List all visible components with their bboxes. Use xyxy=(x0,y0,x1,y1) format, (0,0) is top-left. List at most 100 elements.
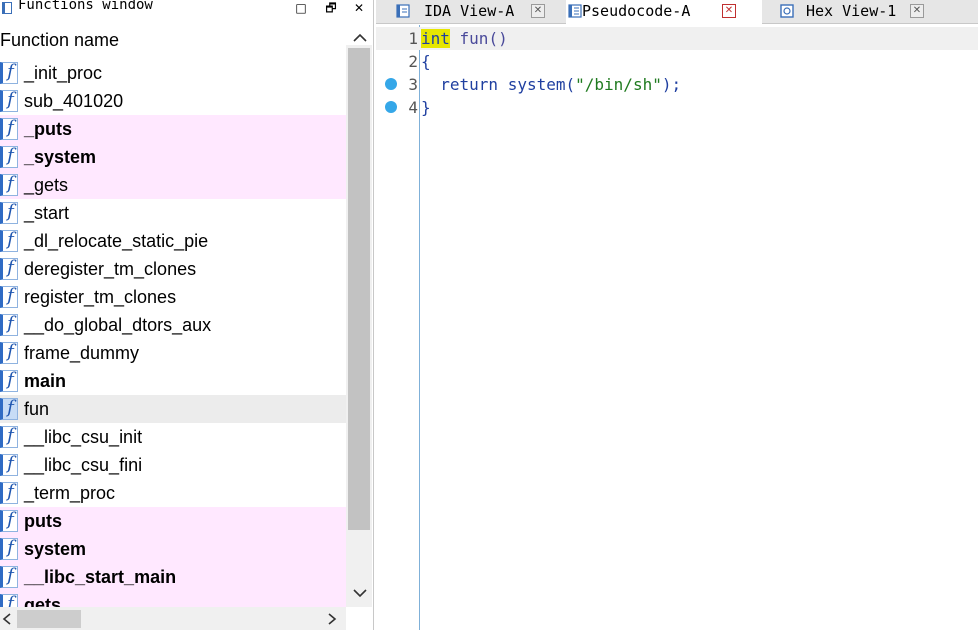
function-name: deregister_tm_clones xyxy=(24,259,197,279)
function-icon: f xyxy=(0,537,18,560)
horizontal-scrollbar-thumb[interactable] xyxy=(17,610,81,628)
code-line-3[interactable]: 3 return system("/bin/sh"); xyxy=(376,73,978,96)
function-name: sub_401020 xyxy=(24,91,124,111)
breakpoint-icon[interactable] xyxy=(385,101,397,113)
function-icon: f xyxy=(0,201,18,224)
function-row[interactable]: f __libc_csu_init xyxy=(0,423,346,451)
function-icon: f xyxy=(0,313,18,336)
function-row[interactable]: f sub_401020 xyxy=(0,87,346,115)
close-tab-icon[interactable]: ✕ xyxy=(910,4,924,18)
call-system[interactable]: system xyxy=(508,75,566,94)
function-icon-glyph: f xyxy=(7,509,14,530)
function-icon: f xyxy=(0,453,18,476)
function-icon: f xyxy=(0,61,18,84)
keyword-return[interactable]: return xyxy=(440,75,498,94)
function-row[interactable]: f _gets xyxy=(0,171,346,199)
function-name: __libc_csu_init xyxy=(24,427,143,447)
functions-window-title: Functions window xyxy=(18,0,153,13)
function-icon-glyph: f xyxy=(7,537,14,558)
function-row[interactable]: f main xyxy=(0,367,346,395)
function-row[interactable]: f frame_dummy xyxy=(0,339,346,367)
function-row[interactable]: f _system xyxy=(0,143,346,171)
function-icon-glyph: f xyxy=(7,229,14,250)
window-icon xyxy=(2,2,12,14)
code-text: int fun() xyxy=(421,27,508,50)
function-icon: f xyxy=(0,117,18,140)
function-name: gets xyxy=(24,595,62,607)
scroll-up-icon[interactable] xyxy=(350,30,370,46)
functions-window: Functions window □ 🗗 ✕ Function name f _i… xyxy=(0,0,374,630)
function-icon-glyph: f xyxy=(7,341,14,362)
function-signature[interactable]: fun() xyxy=(450,29,508,48)
function-row[interactable]: f _term_proc xyxy=(0,479,346,507)
function-row[interactable]: f _init_proc xyxy=(0,59,346,87)
code-text: return system("/bin/sh"); xyxy=(421,73,681,96)
code-line-4[interactable]: 4 } xyxy=(376,96,978,119)
function-icon-glyph: f xyxy=(7,481,14,502)
function-row[interactable]: f system xyxy=(0,535,346,563)
function-icon: f xyxy=(0,397,18,420)
function-row[interactable]: f __libc_start_main xyxy=(0,563,346,591)
code-line-2[interactable]: 2 { xyxy=(376,50,978,73)
function-icon-glyph: f xyxy=(7,257,14,278)
function-icon: f xyxy=(0,369,18,392)
column-header-label: Function name xyxy=(0,30,120,50)
function-icon-glyph: f xyxy=(7,89,14,110)
open-paren: ( xyxy=(565,75,576,94)
scroll-right-icon[interactable] xyxy=(325,611,339,627)
functions-window-titlebar: Functions window □ 🗗 ✕ xyxy=(0,0,373,18)
code-line-1[interactable]: 1 int fun() xyxy=(376,27,978,50)
pseudocode-view[interactable]: 1 int fun() 2 { 3 return system("/bin/sh… xyxy=(376,25,978,630)
function-icon: f xyxy=(0,229,18,252)
string-literal[interactable]: "/bin/sh" xyxy=(575,75,662,94)
horizontal-scrollbar[interactable] xyxy=(0,607,346,630)
function-name: _puts xyxy=(24,119,73,139)
function-row[interactable]: f deregister_tm_clones xyxy=(0,255,346,283)
function-icon: f xyxy=(0,509,18,532)
breakpoint-icon[interactable] xyxy=(385,78,397,90)
scroll-left-icon[interactable] xyxy=(0,611,14,627)
function-icon-glyph: f xyxy=(7,593,14,607)
function-icon: f xyxy=(0,593,18,607)
function-row[interactable]: f _start xyxy=(0,199,346,227)
function-row[interactable]: f register_tm_clones xyxy=(0,283,346,311)
close-tab-icon[interactable]: ✕ xyxy=(722,4,736,18)
tab-ida-view-a[interactable]: IDA View-A ✕ xyxy=(376,0,556,24)
view-tab-bar: IDA View-A ✕ Pseudocode-A ✕ Hex View-1 ✕ xyxy=(376,0,978,24)
function-row[interactable]: f __libc_csu_fini xyxy=(0,451,346,479)
function-row[interactable]: f gets xyxy=(0,591,346,607)
function-icon: f xyxy=(0,173,18,196)
function-row[interactable]: f __do_global_dtors_aux xyxy=(0,311,346,339)
function-row[interactable]: f fun xyxy=(0,395,346,423)
restore-button[interactable]: □ xyxy=(291,0,311,16)
function-name: puts xyxy=(24,511,62,531)
float-window-button[interactable]: 🗗 xyxy=(321,0,341,16)
line-number: 2 xyxy=(408,52,418,71)
function-row[interactable]: f _dl_relocate_static_pie xyxy=(0,227,346,255)
function-icon: f xyxy=(0,257,18,280)
code-text: { xyxy=(421,52,431,71)
tab-hex-view-1[interactable]: Hex View-1 ✕ xyxy=(772,0,952,24)
keyword-int[interactable]: int xyxy=(421,29,450,48)
function-icon-glyph: f xyxy=(7,397,14,418)
function-name-column-header[interactable]: Function name xyxy=(0,27,372,55)
vertical-scrollbar[interactable] xyxy=(346,45,372,607)
tab-label: IDA View-A xyxy=(424,2,515,20)
vertical-scrollbar-thumb[interactable] xyxy=(348,48,370,530)
function-icon: f xyxy=(0,425,18,448)
function-icon: f xyxy=(0,145,18,168)
function-name: main xyxy=(24,371,67,391)
tab-pseudocode-a[interactable]: Pseudocode-A ✕ xyxy=(566,0,762,24)
function-row[interactable]: f puts xyxy=(0,507,346,535)
function-name: __libc_csu_fini xyxy=(24,455,143,475)
function-icon-glyph: f xyxy=(7,425,14,446)
close-window-button[interactable]: ✕ xyxy=(349,0,369,16)
function-name: _term_proc xyxy=(24,483,116,503)
scroll-down-icon[interactable] xyxy=(350,585,370,601)
function-icon-glyph: f xyxy=(7,145,14,166)
close-tab-icon[interactable]: ✕ xyxy=(531,4,545,18)
function-icon: f xyxy=(0,481,18,504)
function-row[interactable]: f _puts xyxy=(0,115,346,143)
function-icon-glyph: f xyxy=(7,201,14,222)
